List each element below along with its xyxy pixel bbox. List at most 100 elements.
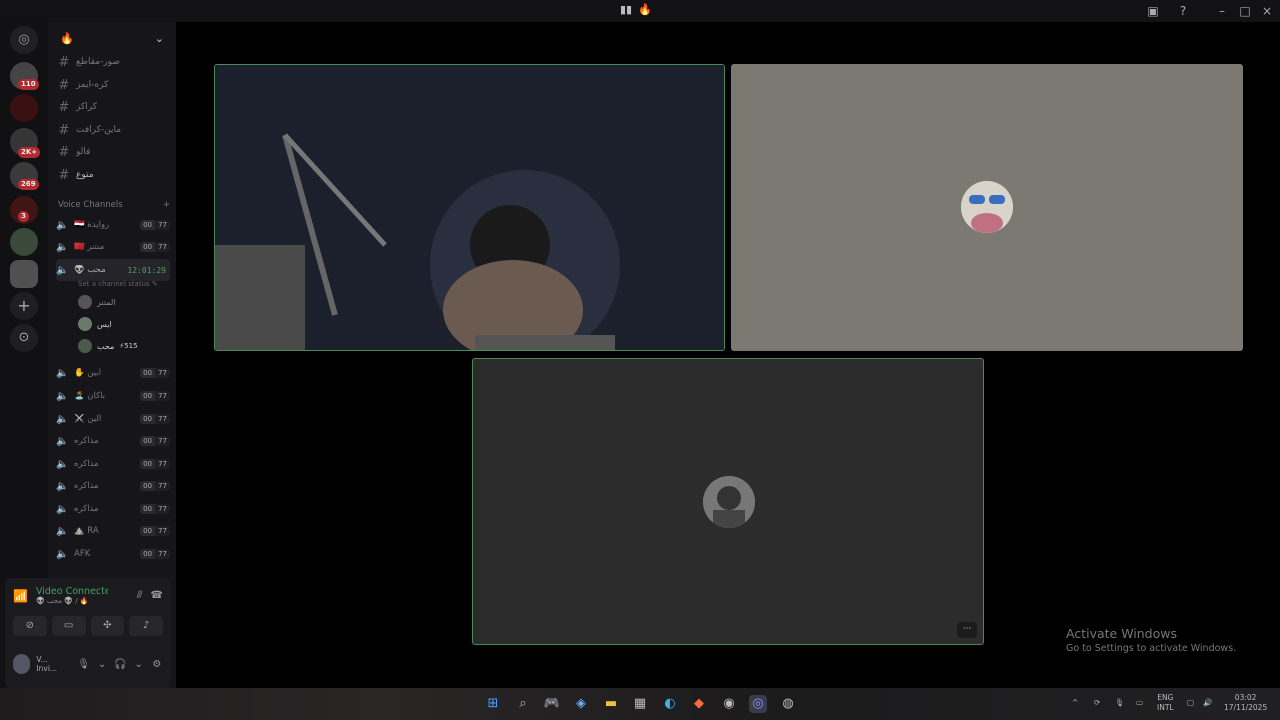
settings-gear-icon[interactable]: ⚙ bbox=[151, 659, 163, 670]
edge-browser-icon[interactable]: ◐ bbox=[661, 695, 679, 713]
chevron-up-icon[interactable]: ^ bbox=[1072, 698, 1078, 708]
connection-status: 📶 Video Connected 👽 محب 👽 / 🔥 ⫻ ☎ bbox=[13, 586, 163, 605]
voice-channel[interactable]: 🔈 مذاكره 00 77 bbox=[56, 454, 170, 474]
file-explorer-icon[interactable]: ▬ bbox=[602, 695, 620, 713]
voice-channel[interactable]: 🔈 ⚔️ الين 00 77 bbox=[56, 409, 170, 429]
inbox-icon[interactable]: ▣ bbox=[1145, 3, 1161, 19]
fire-icon: 🔥 bbox=[638, 3, 652, 16]
discover-icon[interactable]: ⊙ bbox=[10, 324, 38, 352]
speaker-icon: 🔈 bbox=[56, 435, 69, 447]
add-channel-icon[interactable]: + bbox=[163, 200, 170, 210]
window-title: ▮▮ 🔥 bbox=[620, 3, 652, 16]
server-icon[interactable] bbox=[10, 228, 38, 256]
screen-share-button[interactable]: ▭ bbox=[51, 616, 86, 636]
speaker-icon: 🔈 bbox=[56, 548, 69, 560]
text-channel[interactable]: # متوع bbox=[58, 165, 168, 185]
discord-home-icon[interactable]: ◎ bbox=[10, 26, 38, 54]
video-tile-user[interactable] bbox=[731, 64, 1243, 351]
chevron-down-icon[interactable]: ⌄ bbox=[133, 659, 145, 670]
user-avatar bbox=[961, 181, 1013, 233]
hash-icon: # bbox=[58, 54, 70, 70]
speaker-icon: 🔈 bbox=[56, 264, 69, 276]
hash-icon: # bbox=[58, 144, 70, 160]
headphones-icon[interactable]: 🎧 bbox=[114, 659, 126, 670]
voice-member[interactable]: محب⚡515▶ bbox=[78, 337, 186, 355]
disconnect-icon[interactable]: ☎ bbox=[151, 590, 163, 601]
text-channel[interactable]: # كره-ايمز bbox=[58, 75, 168, 95]
speaker-icon: 🔈 bbox=[56, 390, 69, 402]
chevron-down-icon: ⌄ bbox=[154, 31, 164, 45]
sync-icon[interactable]: ⟳ bbox=[1094, 698, 1100, 708]
copilot-icon[interactable]: ◈ bbox=[572, 695, 590, 713]
microphone-icon[interactable]: 🎙 bbox=[1115, 698, 1125, 708]
clock[interactable]: 03:02 17/11/2025 bbox=[1224, 693, 1267, 713]
camera-off-button[interactable]: ⊘ bbox=[13, 616, 47, 636]
chevron-down-icon[interactable]: ⌄ bbox=[96, 659, 108, 670]
volume-icon[interactable]: 🔊 bbox=[1203, 698, 1212, 708]
user-limit: 00 77 bbox=[140, 459, 170, 469]
call-timer: 12:01:29 bbox=[127, 265, 166, 275]
voice-channel[interactable]: 🔈 مذاكره 00 77 bbox=[56, 499, 170, 519]
video-tile-user[interactable]: ··· bbox=[472, 358, 984, 645]
hash-icon: # bbox=[58, 122, 70, 138]
voice-category-header[interactable]: Voice Channels + bbox=[58, 200, 170, 210]
voice-channel[interactable]: 🔈 مذاكره 00 77 bbox=[56, 431, 170, 451]
discord-taskbar-icon[interactable]: ◎ bbox=[749, 695, 767, 713]
unread-badge: 110 bbox=[18, 79, 39, 90]
noise-suppression-icon[interactable]: ⫻ bbox=[137, 590, 143, 601]
add-server-icon[interactable]: + bbox=[10, 292, 38, 320]
close-button[interactable]: × bbox=[1259, 3, 1275, 19]
hash-icon: # bbox=[58, 77, 70, 93]
voice-channel[interactable]: 🔈 ⛰️ RA 00 77 bbox=[56, 521, 170, 541]
guild-header[interactable]: 🔥 ⌄ bbox=[48, 22, 176, 54]
text-channel[interactable]: # فالو bbox=[58, 142, 168, 162]
steam-alt-icon[interactable]: ◍ bbox=[779, 695, 797, 713]
guild-name: 🔥 bbox=[60, 31, 74, 45]
activities-button[interactable]: ✣ bbox=[90, 616, 125, 636]
speaker-icon: 🔈 bbox=[56, 458, 69, 470]
display-icon[interactable]: ▭ bbox=[1136, 698, 1143, 708]
more-options-button[interactable]: ··· bbox=[957, 622, 977, 638]
network-icon[interactable]: ▢ bbox=[1187, 698, 1194, 708]
speaker-icon: 🔈 bbox=[56, 367, 69, 379]
language-indicator[interactable]: ENG INTL bbox=[1157, 693, 1174, 713]
speaker-icon: 🔈 bbox=[56, 525, 69, 537]
voice-member[interactable]: المتنر bbox=[78, 293, 116, 311]
voice-channel[interactable]: 🔈 🇪🇬 روايدة 00 77 bbox=[56, 215, 170, 235]
minimize-button[interactable]: – bbox=[1214, 3, 1230, 19]
voice-actions: ⊘ ▭ ✣ ♪ bbox=[13, 616, 163, 636]
maximize-button[interactable]: □ bbox=[1237, 3, 1253, 19]
game-controller-icon[interactable]: 🎮 bbox=[543, 695, 561, 713]
avatar[interactable] bbox=[13, 654, 31, 674]
user-avatar bbox=[703, 476, 755, 528]
text-channel[interactable]: # كراكز bbox=[58, 97, 168, 117]
user-limit: 00 77 bbox=[140, 368, 170, 378]
server-icon-current[interactable] bbox=[10, 260, 38, 288]
search-icon[interactable]: ⌕ bbox=[514, 695, 532, 713]
voice-channel[interactable]: 🔈 🏝️ باكان 00 77 bbox=[56, 386, 170, 406]
video-tile-camera[interactable] bbox=[214, 64, 725, 351]
speaker-icon: 🔈 bbox=[56, 503, 69, 515]
store-icon[interactable]: ▦ bbox=[631, 695, 649, 713]
server-icon[interactable] bbox=[10, 94, 38, 122]
voice-channel[interactable]: 🔈 🇲🇦 منتنر 00 77 bbox=[56, 237, 170, 257]
text-channel[interactable]: # ماين-كرافت bbox=[58, 120, 168, 140]
avatar bbox=[78, 317, 92, 331]
voice-channel[interactable]: 🔈 ✋ ابين 00 77 bbox=[56, 363, 170, 383]
voice-member[interactable]: ايس bbox=[78, 315, 112, 333]
video-stage: ··· bbox=[176, 22, 1280, 688]
windows-start-icon[interactable]: ⊞ bbox=[484, 695, 502, 713]
soundboard-button[interactable]: ♪ bbox=[129, 616, 163, 636]
steam-icon[interactable]: ◉ bbox=[720, 695, 738, 713]
channel-status[interactable]: Set a channel status ✎ bbox=[78, 280, 158, 288]
help-icon[interactable]: ? bbox=[1175, 3, 1191, 19]
text-channel[interactable]: # صور-مقاطع bbox=[58, 52, 168, 72]
voice-channel[interactable]: 🔈 AFK 00 77 bbox=[56, 544, 170, 564]
voice-channel[interactable]: 🔈 مذاكره 00 77 bbox=[56, 476, 170, 496]
user-limit: 00 77 bbox=[140, 242, 170, 252]
voice-channel-active[interactable]: 🔈 👽 محب 12:01:29 bbox=[56, 259, 170, 281]
signal-icon: 📶 bbox=[13, 588, 28, 603]
user-limit: 00 77 bbox=[140, 414, 170, 424]
microphone-icon[interactable]: 🎙 bbox=[77, 659, 90, 670]
brave-browser-icon[interactable]: ◆ bbox=[690, 695, 708, 713]
